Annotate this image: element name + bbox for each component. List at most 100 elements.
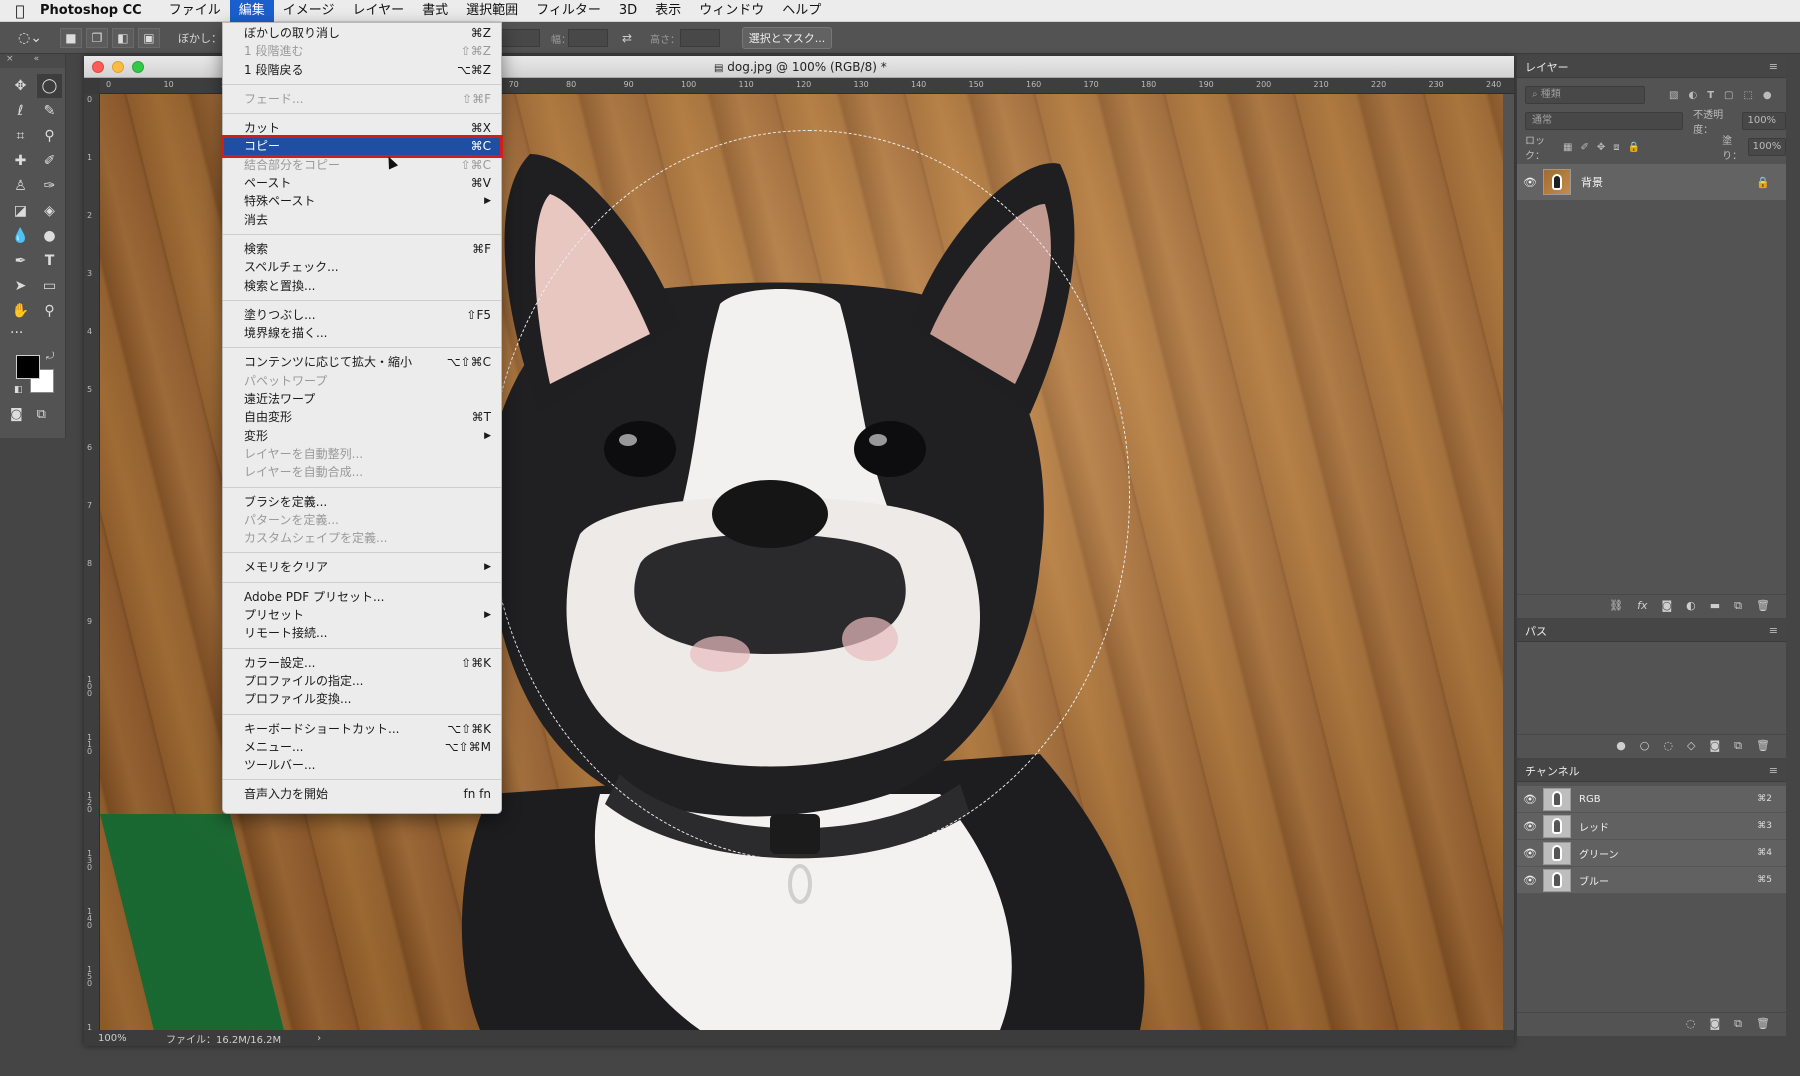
delete-channel-icon[interactable]: 🗑 — [1756, 1017, 1770, 1030]
filter-toggle-icon[interactable]: ● — [1763, 90, 1772, 101]
layer-style-fx-icon[interactable]: fx — [1637, 599, 1647, 612]
filter-type-icon[interactable]: T — [1707, 90, 1714, 101]
lock-transparent-icon[interactable]: ▦ — [1563, 142, 1572, 153]
load-channel-selection-icon[interactable]: ◌ — [1686, 1017, 1696, 1030]
swap-icon[interactable]: ⇄ — [622, 31, 632, 45]
panel-menu-icon[interactable]: ≡ — [1769, 60, 1778, 73]
app-name[interactable]: Photoshop CC — [40, 3, 142, 18]
channel-visibility-eye-icon[interactable]: 👁 — [1517, 874, 1543, 887]
menu-item-10-0[interactable]: キーボードショートカット... ⌥⇧⌘K — [223, 720, 501, 738]
channel-row[interactable]: 👁 RGB ⌘2 — [1517, 786, 1786, 813]
minimize-window-icon[interactable] — [112, 60, 124, 73]
channel-row[interactable]: 👁 グリーン ⌘4 — [1517, 840, 1786, 867]
add-mask-icon[interactable]: ◙ — [1661, 599, 1672, 612]
quick-select-tool-icon[interactable]: ✎ — [37, 99, 62, 123]
lock-position-icon[interactable]: ✥ — [1597, 142, 1605, 153]
fill-path-icon[interactable]: ● — [1616, 739, 1626, 752]
menu-item-8-0[interactable]: Adobe PDF プリセット... — [223, 588, 501, 606]
new-selection-icon[interactable]: ■ — [59, 27, 82, 48]
pen-tool-icon[interactable]: ✒ — [8, 249, 33, 273]
more-tools-icon[interactable]: ··· — [0, 325, 65, 341]
elliptical-selection-marquee[interactable] — [488, 130, 1130, 862]
toolbox-header[interactable]: × « — [0, 54, 65, 68]
vertical-ruler[interactable]: 0 1 2 3 4 5 6 7 8 9 1 0 0 1 1 0 1 2 0 1 3 0 1 4 0 1 5 0… — [84, 94, 100, 1046]
menu-item-5-3[interactable]: 自由変形 ⌘T — [223, 408, 501, 426]
stroke-path-icon[interactable]: ○ — [1640, 739, 1650, 752]
select-and-mask-button[interactable]: 選択とマスク... — [742, 27, 832, 49]
width-field[interactable] — [568, 29, 608, 47]
menu-item-5-0[interactable]: コンテンツに応じて拡大・縮小 ⌥⇧⌘C — [223, 353, 501, 371]
history-brush-tool-icon[interactable]: ✑ — [37, 174, 62, 198]
fill-field[interactable]: 100% — [1747, 138, 1786, 156]
quick-mask-icon[interactable]: ◙ — [10, 407, 23, 422]
menu-item-4-0[interactable]: 塗りつぶし... ⇧F5 — [223, 306, 501, 324]
filter-adjustment-icon[interactable]: ◐ — [1688, 90, 1697, 101]
lasso-tool-icon[interactable]: ℓ — [8, 99, 33, 123]
menu-item-2-3[interactable]: ペースト ⌘V — [223, 174, 501, 192]
menu-item-4-1[interactable]: 境界線を描く... — [223, 324, 501, 342]
menu-item-0-2[interactable]: 1 段階戻る ⌥⌘Z — [223, 61, 501, 79]
new-channel-icon[interactable]: ⧉ — [1734, 1017, 1742, 1031]
new-layer-icon[interactable]: ⧉ — [1734, 599, 1742, 613]
crop-tool-icon[interactable]: ⌗ — [8, 124, 33, 148]
rectangle-tool-icon[interactable]: ▭ — [37, 274, 62, 298]
menu-item-11-0[interactable]: 音声入力を開始 fn fn — [223, 785, 501, 803]
load-path-selection-icon[interactable]: ◌ — [1663, 739, 1673, 752]
lock-image-icon[interactable]: ✐ — [1581, 142, 1589, 153]
menu-edit[interactable]: 編集 — [229, 0, 274, 22]
paint-bucket-tool-icon[interactable]: ◈ — [37, 199, 62, 223]
menu-type[interactable]: 書式 — [413, 0, 457, 22]
blur-tool-icon[interactable]: 💧 — [8, 224, 33, 248]
brush-tool-icon[interactable]: ✐ — [37, 149, 62, 173]
menu-item-2-5[interactable]: 消去 — [223, 211, 501, 229]
menu-item-3-2[interactable]: 検索と置換... — [223, 277, 501, 295]
layers-panel-tab[interactable]: レイヤー ≡ — [1517, 56, 1786, 78]
menu-view[interactable]: 表示 — [646, 0, 690, 22]
menu-image[interactable]: イメージ — [274, 0, 344, 22]
apple-icon[interactable]:  — [0, 2, 40, 20]
blend-mode-select[interactable]: 通常 — [1525, 112, 1684, 130]
layer-lock-icon[interactable]: 🔒 — [1756, 176, 1770, 189]
menu-item-7-0[interactable]: メモリをクリア ▶ — [223, 558, 501, 576]
subtract-selection-icon[interactable]: ◧ — [111, 27, 134, 48]
filter-pixel-icon[interactable]: ▧ — [1669, 90, 1678, 101]
save-selection-channel-icon[interactable]: ◙ — [1709, 1017, 1720, 1030]
menu-item-0-0[interactable]: ぼかしの取り消し ⌘Z — [223, 24, 501, 42]
lock-all-icon[interactable]: 🔒 — [1628, 142, 1640, 153]
lock-artboard-icon[interactable]: ⧈ — [1613, 142, 1619, 153]
zoom-tool-icon[interactable]: ⚲ — [37, 299, 62, 323]
add-selection-icon[interactable]: ❐ — [85, 27, 108, 48]
height-field[interactable] — [680, 29, 720, 47]
menu-select[interactable]: 選択範囲 — [457, 0, 527, 22]
new-path-icon[interactable]: ⧉ — [1734, 739, 1742, 753]
hand-tool-icon[interactable]: ✋ — [8, 299, 33, 323]
delete-path-icon[interactable]: 🗑 — [1756, 739, 1770, 752]
delete-layer-icon[interactable]: 🗑 — [1756, 599, 1770, 612]
menu-item-9-0[interactable]: カラー設定... ⇧⌘K — [223, 654, 501, 672]
channel-row[interactable]: 👁 レッド ⌘3 — [1517, 813, 1786, 840]
screen-mode-icon[interactable]: ⧉ — [37, 407, 46, 422]
zoom-level[interactable]: 100% — [84, 1033, 144, 1044]
menu-filter[interactable]: フィルター — [527, 0, 610, 22]
close-window-icon[interactable] — [92, 60, 104, 73]
menu-window[interactable]: ウィンドウ — [690, 0, 773, 22]
menu-item-2-1[interactable]: コピー ⌘C — [221, 135, 503, 158]
status-chevron-icon[interactable]: › — [317, 1033, 321, 1044]
menu-item-10-2[interactable]: ツールバー... — [223, 756, 501, 774]
filter-smart-icon[interactable]: ⬚ — [1743, 90, 1752, 101]
healing-brush-tool-icon[interactable]: ✚ — [8, 149, 33, 173]
dodge-tool-icon[interactable]: ● — [37, 224, 62, 248]
menu-item-9-2[interactable]: プロファイル変換... — [223, 690, 501, 708]
link-layers-icon[interactable]: ⛓ — [1609, 599, 1623, 612]
channels-panel-tab[interactable]: チャンネル ≡ — [1517, 760, 1786, 782]
ruler-origin[interactable] — [84, 78, 100, 94]
add-path-mask-icon[interactable]: ◙ — [1709, 739, 1720, 752]
file-size-info[interactable]: ファイル：16.2M/16.2M — [144, 1031, 281, 1046]
menu-item-9-1[interactable]: プロファイルの指定... — [223, 672, 501, 690]
menu-item-6-0[interactable]: ブラシを定義... — [223, 493, 501, 511]
menu-item-3-1[interactable]: スペルチェック... — [223, 258, 501, 276]
eyedropper-tool-icon[interactable]: ⚲ — [37, 124, 62, 148]
menu-file[interactable]: ファイル — [160, 0, 230, 22]
menu-layer[interactable]: レイヤー — [343, 0, 413, 22]
menu-item-2-4[interactable]: 特殊ペースト ▶ — [223, 192, 501, 210]
